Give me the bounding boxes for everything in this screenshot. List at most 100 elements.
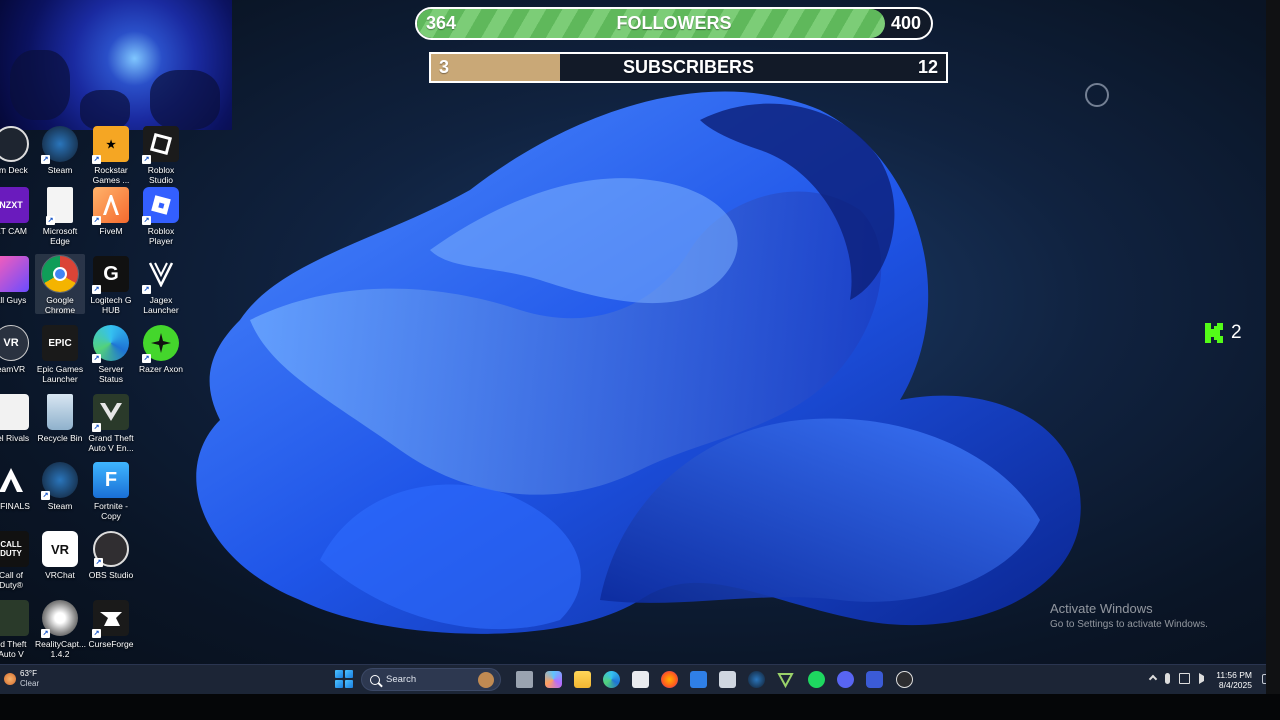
steam-icon: ↗ [41, 126, 78, 164]
desktop-icon-obs-studio[interactable]: ↗ OBS Studio [86, 531, 136, 580]
start-button[interactable] [335, 670, 353, 688]
curseforge-icon: ↗ [92, 600, 129, 638]
taskbar: 63°F Clear Search 11:56 PM 8/4/2025 [0, 664, 1280, 694]
logitech-g-icon: G ↗ [92, 256, 129, 294]
desktop-icon-marvel-rivals[interactable]: vel Rivals [0, 394, 36, 443]
desktop-icon-steam[interactable]: ↗ Steam [35, 126, 85, 175]
steam-icon: ↗ [41, 462, 78, 500]
obs-taskbar-icon[interactable] [896, 671, 913, 688]
volume-icon[interactable] [1199, 673, 1210, 684]
kick-viewer-widget: 2 [1205, 322, 1242, 344]
clock-date: 8/4/2025 [1218, 680, 1252, 690]
steam-taskbar-icon[interactable] [748, 671, 765, 688]
subscribers-goal-count: 12 [917, 57, 938, 77]
task-view-icon[interactable] [516, 671, 533, 688]
recycle-bin-icon [47, 394, 73, 430]
desktop-icon-razer-axon[interactable]: ↗ Razer Axon [136, 325, 186, 374]
desktop-icon-jagex-launcher[interactable]: ↗ Jagex Launcher [136, 256, 186, 315]
desktop-icon-epic-games[interactable]: EPIC Epic Games Launcher [35, 325, 85, 384]
desktop-icon-call-of-duty[interactable]: CALL DUTY Call of Duty® [0, 531, 36, 590]
desktop-icon-gta-v-enhanced[interactable]: ↗ Grand Theft Auto V En... [86, 394, 136, 453]
desktop-icon-server-status[interactable]: ↗ Server Status [86, 325, 136, 384]
vrchat-icon: VR [42, 531, 78, 567]
desktop: 364 FOLLOWERS 400 3 SUBSCRIBERS 12 2 Act… [0, 0, 1280, 664]
desktop-icon-steamvr[interactable]: VR eamVR [0, 325, 36, 374]
weather-moon-icon [4, 673, 16, 685]
fall-guys-icon [0, 256, 29, 292]
desktop-icon-vrchat[interactable]: VR VRChat [35, 531, 85, 580]
weather-condition: Clear [20, 679, 40, 688]
desktop-icon-curseforge[interactable]: ↗ CurseForge [86, 600, 136, 649]
notepad-icon[interactable] [719, 671, 736, 688]
taskbar-search[interactable]: Search [361, 668, 501, 691]
desktop-icon-roblox-player[interactable]: ↗ Roblox Player [136, 187, 186, 246]
vlc-icon[interactable] [777, 671, 794, 689]
copilot-icon[interactable] [545, 671, 562, 688]
system-tray [1148, 673, 1210, 684]
desktop-icon-nzxt-cam[interactable]: NZXT XT CAM [0, 187, 36, 236]
spotify-icon[interactable] [808, 671, 825, 688]
desktop-icon-fall-guys[interactable]: all Guys [0, 256, 36, 305]
firefox-icon[interactable] [661, 671, 678, 688]
kick-viewer-count: 2 [1231, 322, 1242, 343]
chrome-icon [41, 255, 79, 293]
weather-temperature: 63°F [20, 669, 37, 678]
search-placeholder: Search [386, 674, 417, 685]
edge-icon: ↗ [92, 325, 129, 363]
steam-deck-icon [0, 126, 29, 162]
dropbox-icon[interactable] [690, 671, 707, 688]
steamvr-icon: VR [0, 325, 29, 361]
razer-axon-icon: ↗ [142, 325, 179, 363]
network-icon[interactable] [1179, 673, 1190, 684]
desktop-icon-rockstar-games[interactable]: ★ ↗ Rockstar Games ... [86, 126, 136, 185]
start-icon [335, 670, 343, 678]
desktop-icon-roblox-studio[interactable]: ↗ Roblox Studio [136, 126, 186, 185]
discord-icon[interactable] [837, 671, 854, 688]
desktop-icon-steam-deck[interactable]: am Deck [0, 126, 36, 175]
kick-logo-icon [1205, 323, 1223, 343]
subscribers-label: SUBSCRIBERS [622, 57, 755, 77]
desktop-icon-fortnite-copy[interactable]: F Fortnite - Copy [86, 462, 136, 521]
epic-games-icon: EPIC [42, 325, 78, 361]
desktop-icon-microsoft-edge[interactable]: ↗ Microsoft Edge [35, 187, 85, 246]
webcam-overlay [0, 0, 232, 130]
followers-label: FOLLOWERS [616, 13, 732, 33]
desktop-icon-the-finals[interactable]: E FINALS [0, 462, 36, 511]
desktop-icon-steam-2[interactable]: ↗ Steam [35, 462, 85, 511]
desktop-icon-realitycapture[interactable]: ↗ RealityCapt... 1.4.2 [35, 600, 86, 659]
teams-icon[interactable] [866, 671, 883, 688]
desktop-icon-fivem[interactable]: ↗ FiveM [86, 187, 136, 236]
obs-icon: ↗ [93, 531, 129, 567]
fortnite-icon: F [93, 462, 129, 498]
gta-v-icon [0, 600, 29, 636]
chevron-up-icon[interactable] [1148, 674, 1158, 683]
blank-file-icon: ↗ [46, 187, 73, 225]
activate-windows-watermark: Activate Windows Go to Settings to activ… [1050, 601, 1208, 630]
realitycapture-icon: ↗ [41, 600, 78, 638]
followers-goal-count: 400 [890, 13, 921, 33]
clock-time: 11:56 PM [1216, 670, 1252, 680]
desktop-icon-gta-v[interactable]: nd Theft Auto V [0, 600, 36, 659]
activate-subtitle: Go to Settings to activate Windows. [1050, 619, 1208, 630]
the-finals-icon [0, 462, 29, 498]
desktop-icon-logitech-g-hub[interactable]: G ↗ Logitech G HUB [86, 256, 136, 315]
gta-v-icon: ↗ [92, 394, 129, 432]
search-icon [370, 674, 380, 685]
file-explorer-icon[interactable] [574, 671, 591, 688]
followers-goal-bar: 364 FOLLOWERS 400 [415, 7, 933, 40]
jagex-icon: ↗ [142, 256, 179, 294]
clock[interactable]: 11:56 PM 8/4/2025 [1216, 670, 1252, 690]
desktop-icon-google-chrome[interactable]: Google Chrome [35, 254, 85, 315]
marvel-rivals-icon [0, 394, 29, 430]
desktop-icon-recycle-bin[interactable]: Recycle Bin [35, 394, 85, 443]
rockstar-icon: ★ ↗ [92, 126, 129, 164]
roblox-studio-icon: ↗ [142, 126, 179, 164]
roblox-player-icon: ↗ [142, 187, 179, 225]
screen-edge [1266, 0, 1280, 694]
call-of-duty-icon: CALL DUTY [0, 531, 29, 567]
edge-taskbar-icon[interactable] [603, 671, 620, 688]
letterbox-bar [0, 694, 1280, 720]
store-icon[interactable] [632, 671, 649, 688]
weather-widget[interactable]: 63°F Clear [4, 669, 39, 689]
microphone-icon[interactable] [1165, 673, 1170, 684]
